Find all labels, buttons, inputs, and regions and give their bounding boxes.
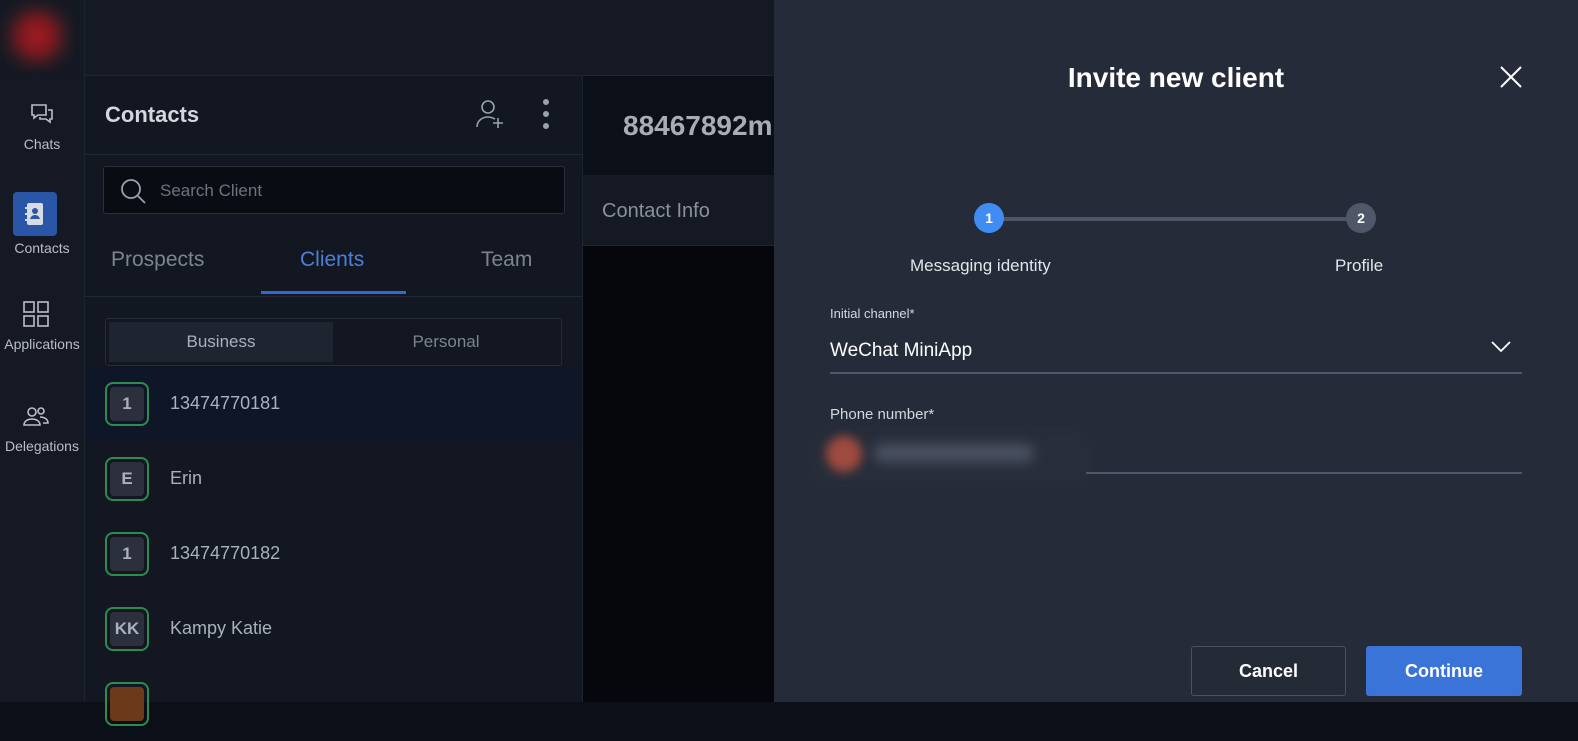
close-icon (1500, 66, 1522, 88)
chevron-down-icon (1491, 341, 1511, 353)
segment-control: Business Personal (105, 318, 562, 366)
channel-label: Initial channel* (830, 306, 915, 321)
add-contact-button[interactable] (472, 94, 508, 134)
phone-underline (1086, 472, 1522, 474)
avatar: KK (105, 607, 149, 651)
avatar: E (105, 457, 149, 501)
contact-info-label: Contact Info (602, 200, 710, 222)
channel-value: WeChat MiniApp (830, 340, 973, 361)
chat-bubbles-icon (28, 100, 56, 128)
contact-name: Erin (170, 468, 203, 488)
redacted-text (874, 444, 1034, 462)
step-1-label: Messaging identity (910, 256, 1051, 275)
contact-row[interactable]: 1 13474770182 (85, 517, 582, 591)
rail-item-chats[interactable]: Chats (0, 100, 84, 152)
search-input[interactable] (158, 179, 542, 203)
add-person-icon (476, 100, 503, 128)
kebab-menu-icon (543, 99, 549, 129)
contact-row[interactable] (85, 667, 582, 741)
active-tab-indicator (261, 291, 406, 294)
left-nav-rail: Chats Contacts Applications Delegations (0, 0, 85, 702)
contacts-title: Contacts (105, 102, 200, 127)
drawer-title: Invite new client (1067, 62, 1285, 93)
step-1-indicator: 1 (974, 203, 1004, 233)
divider (85, 296, 582, 297)
brand-logo (0, 0, 74, 72)
phone-input[interactable] (1094, 440, 1518, 468)
invite-client-drawer: Invite new client 1 2 Messaging identity… (774, 0, 1578, 702)
tab-clients[interactable]: Clients (300, 248, 364, 272)
contact-number: 88467892m (623, 110, 773, 141)
contact-row[interactable]: KK Kampy Katie (85, 592, 582, 666)
rail-item-contacts[interactable]: Contacts (0, 192, 84, 256)
rail-item-label: Applications (4, 336, 80, 352)
phone-field (814, 430, 1522, 486)
divider (85, 154, 582, 155)
avatar-image (110, 687, 144, 721)
rail-item-label: Contacts (14, 240, 70, 256)
rail-item-delegations[interactable]: Delegations (0, 402, 84, 454)
segment-business[interactable]: Business (109, 322, 333, 362)
cancel-button[interactable]: Cancel (1191, 646, 1346, 696)
people-icon (22, 402, 50, 430)
rail-item-label: Chats (23, 136, 61, 152)
contacts-panel: Contacts Prospects Clients Team Business… (85, 76, 583, 726)
contact-name: 13474770182 (170, 543, 281, 563)
tab-team[interactable]: Team (481, 248, 532, 272)
top-bar (85, 0, 774, 76)
contact-row[interactable]: 1 13474770181 (85, 367, 582, 441)
avatar (105, 682, 149, 726)
segment-personal[interactable]: Personal (334, 322, 558, 362)
search-box[interactable] (103, 166, 565, 214)
stepper-line (989, 217, 1361, 221)
country-flag-icon[interactable] (826, 436, 862, 472)
continue-button[interactable]: Continue (1366, 646, 1522, 696)
close-button[interactable] (1496, 62, 1526, 92)
rail-item-applications[interactable]: Applications (0, 300, 84, 352)
avatar: 1 (105, 532, 149, 576)
address-book-icon (13, 192, 57, 236)
grid-icon (22, 300, 50, 328)
contact-name: 13474770181 (170, 393, 281, 413)
search-icon (121, 179, 146, 204)
conversation-body (583, 246, 774, 702)
contact-info-tab[interactable]: Contact Info (583, 175, 774, 246)
conversation-header: 88467892m (583, 76, 774, 174)
channel-select[interactable]: WeChat MiniApp (830, 330, 1522, 374)
rail-item-label: Delegations (5, 438, 79, 454)
contact-name: Kampy Katie (170, 618, 273, 638)
step-2-indicator: 2 (1346, 203, 1376, 233)
avatar: 1 (105, 382, 149, 426)
contact-row[interactable]: E Erin (85, 442, 582, 516)
phone-label: Phone number* (830, 406, 935, 423)
more-options-button[interactable] (528, 94, 564, 134)
step-2-label: Profile (1335, 256, 1384, 275)
tab-prospects[interactable]: Prospects (111, 248, 204, 272)
